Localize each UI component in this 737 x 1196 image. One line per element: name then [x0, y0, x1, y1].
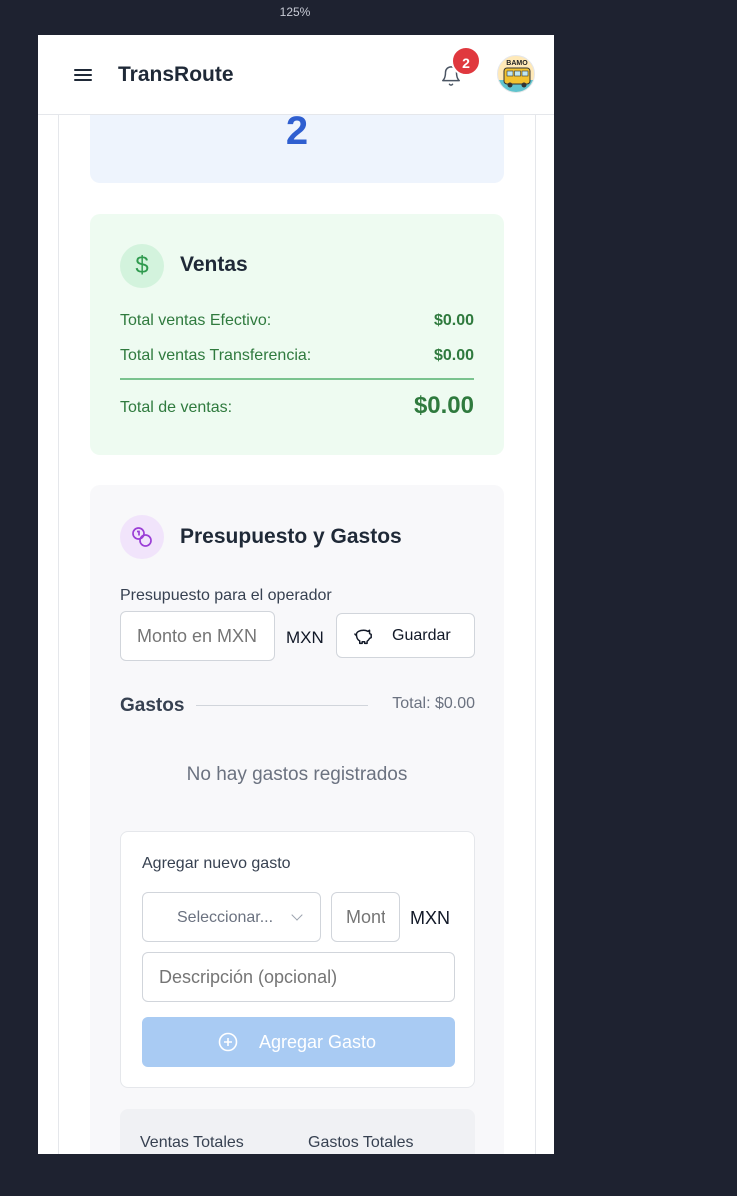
expenses-total: Total: $0.00	[392, 695, 475, 712]
budget-currency: MXN	[286, 628, 324, 647]
sales-total-value: $0.00	[413, 392, 474, 419]
expense-type-select[interactable]: Seleccionar...	[142, 892, 321, 942]
chevron-down-icon	[291, 909, 303, 921]
budget-title: Presupuesto y Gastos	[180, 525, 402, 548]
summary-expenses-label: Gastos Totales	[308, 1134, 414, 1151]
coins-icon	[120, 515, 164, 559]
sales-row-transfer: Total ventas Transferencia: $0.00	[120, 347, 474, 365]
plus-circle-icon	[218, 1032, 238, 1052]
select-value: Seleccionar...	[177, 909, 274, 926]
avatar[interactable]: BAMO	[497, 55, 535, 93]
expense-amount-input[interactable]	[331, 892, 400, 942]
save-budget-button[interactable]: Guardar	[336, 613, 475, 658]
sales-row-value: $0.00	[433, 312, 474, 329]
expenses-heading: Gastos	[120, 695, 185, 716]
hamburger-menu-icon[interactable]	[74, 67, 92, 83]
zoom-level: 125%	[279, 5, 311, 19]
new-expense-title: Agregar nuevo gasto	[142, 855, 291, 872]
add-expense-label: Agregar Gasto	[259, 1032, 377, 1052]
expense-currency: MXN	[410, 908, 450, 928]
sales-total-label: Total de ventas:	[120, 399, 233, 416]
dollar-icon: $	[120, 244, 164, 288]
sales-row-label: Total ventas Efectivo:	[120, 312, 272, 329]
summary-sales-label: Ventas Totales	[140, 1134, 244, 1151]
sales-divider	[120, 378, 474, 380]
sales-row-cash: Total ventas Efectivo: $0.00	[120, 312, 474, 330]
stat-value: 2	[285, 109, 309, 153]
top-bar: TransRoute 2 BAMO	[38, 35, 554, 115]
main-content: 2 $ Ventas Total ventas Efectivo: $0.00 …	[38, 109, 554, 1154]
piggy-bank-icon	[354, 629, 372, 645]
totals-summary: Ventas Totales Gastos Totales	[120, 1109, 475, 1154]
avatar-logo-text: BAMO	[506, 60, 528, 67]
new-expense-form: Agregar nuevo gasto Seleccionar... MXN A…	[120, 831, 475, 1088]
bus-logo-icon: BAMO	[498, 60, 534, 92]
stat-card: 2	[90, 109, 504, 183]
add-expense-button[interactable]: Agregar Gasto	[142, 1017, 455, 1067]
expense-description-input[interactable]	[142, 952, 455, 1002]
sales-title: Ventas	[180, 253, 248, 276]
budget-amount-input[interactable]	[120, 611, 275, 661]
sales-row-label: Total ventas Transferencia:	[120, 347, 312, 364]
notification-badge[interactable]: 2	[451, 46, 481, 76]
app-viewport: TransRoute 2 BAMO 2 $ Ventas Total venta…	[38, 35, 554, 1154]
budget-label: Presupuesto para el operador	[120, 587, 332, 604]
budget-card: Presupuesto y Gastos Presupuesto para el…	[90, 485, 504, 1154]
app-title: TransRoute	[118, 63, 234, 86]
sales-card: $ Ventas Total ventas Efectivo: $0.00 To…	[90, 214, 504, 455]
save-button-label: Guardar	[392, 627, 451, 644]
sales-row-value: $0.00	[433, 347, 474, 364]
expenses-divider	[196, 705, 368, 706]
empty-expenses-message: No hay gastos registrados	[186, 764, 408, 785]
